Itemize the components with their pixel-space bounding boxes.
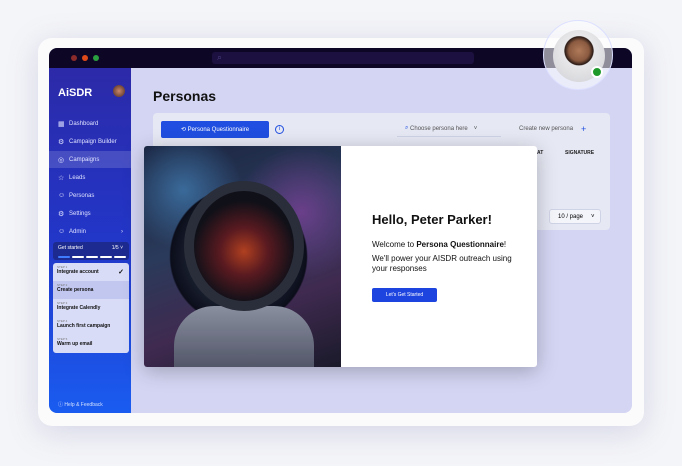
modal-body: We'll power your AISDR outreach using yo… [372, 254, 512, 273]
plus-icon: + [581, 124, 587, 134]
campaigns-icon: ◎ [58, 156, 65, 164]
help-feedback-link[interactable]: ⓘ Help & Feedback [58, 401, 103, 408]
column-header-signature: SIGNATURE [565, 150, 595, 156]
chevron-right-icon: › [121, 228, 123, 235]
page-title: Personas [153, 88, 217, 104]
sidebar-item-dashboard[interactable]: ▦ Dashboard [49, 115, 131, 132]
help-icon: ⓘ [58, 402, 64, 408]
onboarding-step[interactable]: STEP 3 Integrate Calendly [53, 299, 129, 317]
get-started-progress: 1/5 ˅ [111, 245, 123, 251]
profile-avatar-badge [543, 20, 613, 90]
get-started-label: Get started [58, 245, 83, 251]
choose-persona-select[interactable]: ⌕ Choose persona here ˅ [397, 121, 501, 137]
welcome-text: Welcome to Persona Questionnaire! [372, 240, 507, 249]
address-search[interactable]: ⌕ [212, 52, 474, 64]
chevron-down-icon: ˅ [591, 213, 595, 220]
search-icon: ⌕ [217, 52, 223, 62]
onboarding-step[interactable]: STEP 5 Warm up email [53, 335, 129, 353]
user-avatar[interactable] [113, 85, 125, 97]
column-header: AT [537, 150, 544, 156]
admin-icon: ☺ [58, 228, 66, 235]
maximize-dot[interactable] [93, 55, 99, 61]
greeting: Hello, Peter Parker! [372, 212, 492, 227]
sidebar-item-campaigns[interactable]: ◎ Campaigns [49, 151, 131, 168]
sidebar-item-admin[interactable]: ☺ Admin › [49, 223, 131, 240]
onboarding-step[interactable]: STEP 4 Launch first campaign [53, 317, 129, 335]
logo: AiSDR [58, 87, 93, 99]
get-started-button[interactable]: Let's Get Started [372, 288, 437, 302]
builder-icon: ⚙ [58, 138, 65, 146]
star-icon: ☆ [58, 174, 65, 182]
settings-icon: ⚙ [58, 210, 65, 218]
sidebar-item-personas[interactable]: ☺ Personas [49, 187, 131, 204]
persona-questionnaire-button[interactable]: ⟲ Persona Questionnaire [161, 121, 269, 138]
sidebar: AiSDR ▦ Dashboard ⚙ Campaign Builder ◎ Campai… [49, 68, 131, 413]
personas-icon: ☺ [58, 192, 66, 199]
onboarding-steps: STEP 1 Integrate account ✓ STEP 2 Create per… [53, 263, 129, 353]
per-page-select[interactable]: 10 / page ˅ [549, 209, 601, 224]
astronaut-image [144, 146, 341, 367]
sidebar-item-leads[interactable]: ☆ Leads [49, 169, 131, 186]
onboarding-step[interactable]: STEP 1 Integrate account ✓ [53, 263, 129, 281]
online-status-icon [591, 66, 603, 78]
welcome-modal: Hello, Peter Parker! Welcome to Persona … [144, 146, 537, 367]
browser-window: ⌕ AiSDR ▦ Dashboard ⚙ Campaign Builder ◎ Camp… [49, 48, 632, 413]
info-icon[interactable]: i [275, 125, 284, 134]
onboarding-step[interactable]: STEP 2 Create persona [53, 281, 129, 299]
progress-bars [58, 256, 126, 258]
dashboard-icon: ▦ [58, 120, 65, 128]
close-dot[interactable] [71, 55, 77, 61]
minimize-dot[interactable] [82, 55, 88, 61]
chevron-down-icon: ˅ [473, 125, 478, 132]
sidebar-item-campaign-builder[interactable]: ⚙ Campaign Builder [49, 133, 131, 150]
check-icon: ✓ [118, 269, 124, 276]
create-persona-button[interactable]: Create new persona + [509, 121, 601, 137]
chat-icon: ⟲ [180, 127, 188, 133]
sidebar-item-settings[interactable]: ⚙ Settings [49, 205, 131, 222]
